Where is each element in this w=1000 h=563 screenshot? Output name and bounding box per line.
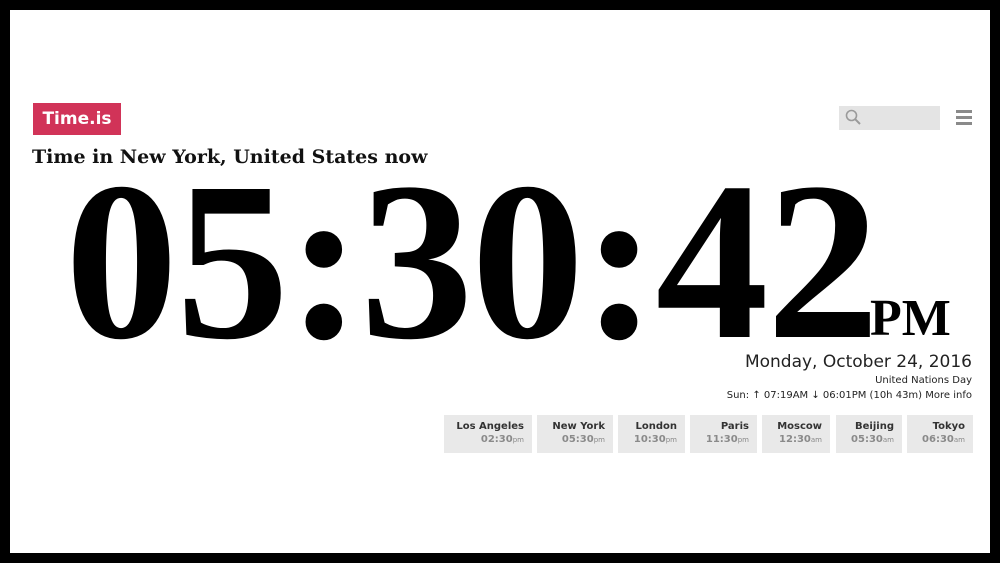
- city-tile-london[interactable]: London 10:30pm: [618, 415, 685, 453]
- main-clock-time: 05:30:42: [65, 136, 880, 386]
- city-name: New York: [552, 421, 605, 432]
- current-date: Monday, October 24, 2016: [744, 352, 972, 372]
- search-icon: [845, 109, 861, 125]
- site-logo[interactable]: Time.is: [33, 103, 121, 135]
- city-tile-paris[interactable]: Paris 11:30pm: [690, 415, 757, 453]
- city-name: Moscow: [777, 421, 822, 432]
- clock-ampm: PM: [870, 290, 951, 347]
- city-name: London: [635, 421, 677, 432]
- city-name: Paris: [720, 421, 749, 432]
- search-input[interactable]: [867, 108, 935, 128]
- city-tile-beijing[interactable]: Beijing 05:30am: [836, 415, 902, 453]
- city-tile-los-angeles[interactable]: Los Angeles 02:30pm: [444, 415, 532, 453]
- city-ampm: pm: [512, 436, 524, 444]
- city-time: 10:30pm: [633, 434, 677, 445]
- city-time: 06:30am: [922, 434, 965, 445]
- city-ampm: am: [810, 436, 822, 444]
- city-time: 05:30am: [851, 434, 894, 445]
- more-info-link[interactable]: More info: [925, 390, 972, 401]
- menu-bar: [956, 122, 972, 125]
- page-frame: Time.is Time in New York, United States …: [10, 10, 990, 553]
- hamburger-menu-icon[interactable]: [956, 110, 974, 126]
- city-ampm: am: [882, 436, 894, 444]
- city-name: Beijing: [855, 421, 894, 432]
- city-ampm: pm: [665, 436, 677, 444]
- city-time: 12:30am: [779, 434, 822, 445]
- city-tile-new-york[interactable]: New York 05:30pm: [537, 415, 613, 453]
- holiday-link[interactable]: United Nations Day: [875, 375, 972, 386]
- city-name: Los Angeles: [456, 421, 524, 432]
- menu-bar: [956, 110, 972, 113]
- city-time: 02:30pm: [480, 434, 524, 445]
- city-time: 05:30pm: [561, 434, 605, 445]
- city-tile-tokyo[interactable]: Tokyo 06:30am: [907, 415, 973, 453]
- search-box[interactable]: [839, 106, 940, 130]
- city-time: 11:30pm: [705, 434, 749, 445]
- city-ampm: pm: [737, 436, 749, 444]
- city-name: Tokyo: [932, 421, 965, 432]
- city-ampm: am: [953, 436, 965, 444]
- city-ampm: pm: [593, 436, 605, 444]
- sun-info: Sun: ↑ 07:19AM ↓ 06:01PM (10h 43m) More …: [727, 390, 972, 401]
- menu-bar: [956, 116, 972, 119]
- sun-times: Sun: ↑ 07:19AM ↓ 06:01PM (10h 43m): [726, 390, 923, 401]
- city-tile-moscow[interactable]: Moscow 12:30am: [762, 415, 830, 453]
